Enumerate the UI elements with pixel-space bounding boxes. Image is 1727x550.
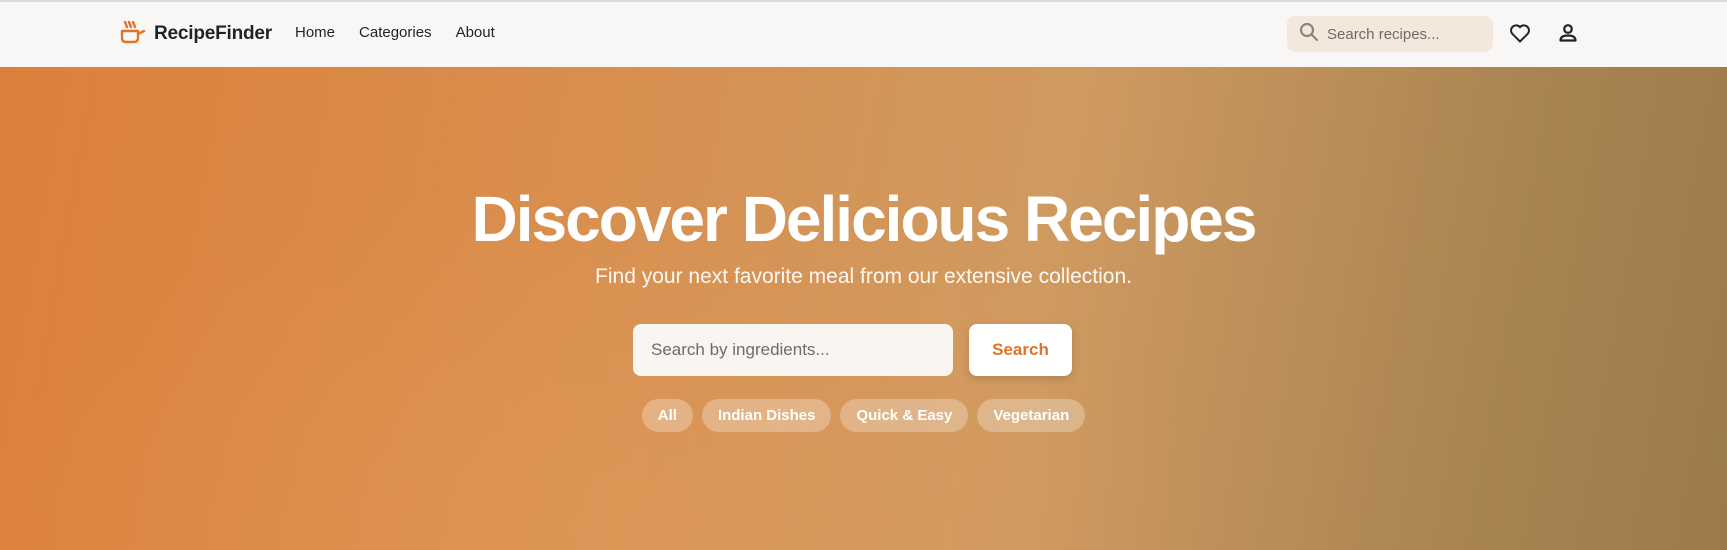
brand-logo-link[interactable]: RecipeFinder: [118, 18, 272, 50]
filter-chip-vegetarian[interactable]: Vegetarian: [977, 399, 1086, 432]
category-filter-chips: All Indian Dishes Quick & Easy Vegetaria…: [0, 399, 1727, 432]
header-search-input[interactable]: [1327, 25, 1477, 43]
search-icon: [1299, 22, 1319, 47]
nav-link-home[interactable]: Home: [295, 24, 335, 41]
brand-name: RecipeFinder: [154, 23, 272, 44]
hero-title: Discover Delicious Recipes: [471, 183, 1258, 255]
main-nav: Home Categories About: [295, 24, 495, 41]
filter-chip-all[interactable]: All: [641, 399, 693, 432]
hero-subtitle: Find your next favorite meal from our ex…: [595, 265, 1132, 288]
navbar: RecipeFinder Home Categories About: [0, 2, 1727, 66]
heart-icon[interactable]: [1507, 20, 1533, 46]
search-button[interactable]: Search: [969, 324, 1072, 376]
nav-link-about[interactable]: About: [456, 24, 495, 41]
filter-chip-quick-easy[interactable]: Quick & Easy: [840, 399, 969, 432]
filter-chip-indian-dishes[interactable]: Indian Dishes: [701, 399, 832, 432]
user-icon[interactable]: [1555, 20, 1581, 46]
nav-link-categories[interactable]: Categories: [359, 24, 432, 41]
hero-section: Discover Delicious Recipes Find your nex…: [0, 67, 1727, 550]
cooking-pot-icon: [118, 18, 146, 51]
header-search-box: [1287, 16, 1493, 52]
ingredient-search-input[interactable]: [633, 324, 953, 376]
